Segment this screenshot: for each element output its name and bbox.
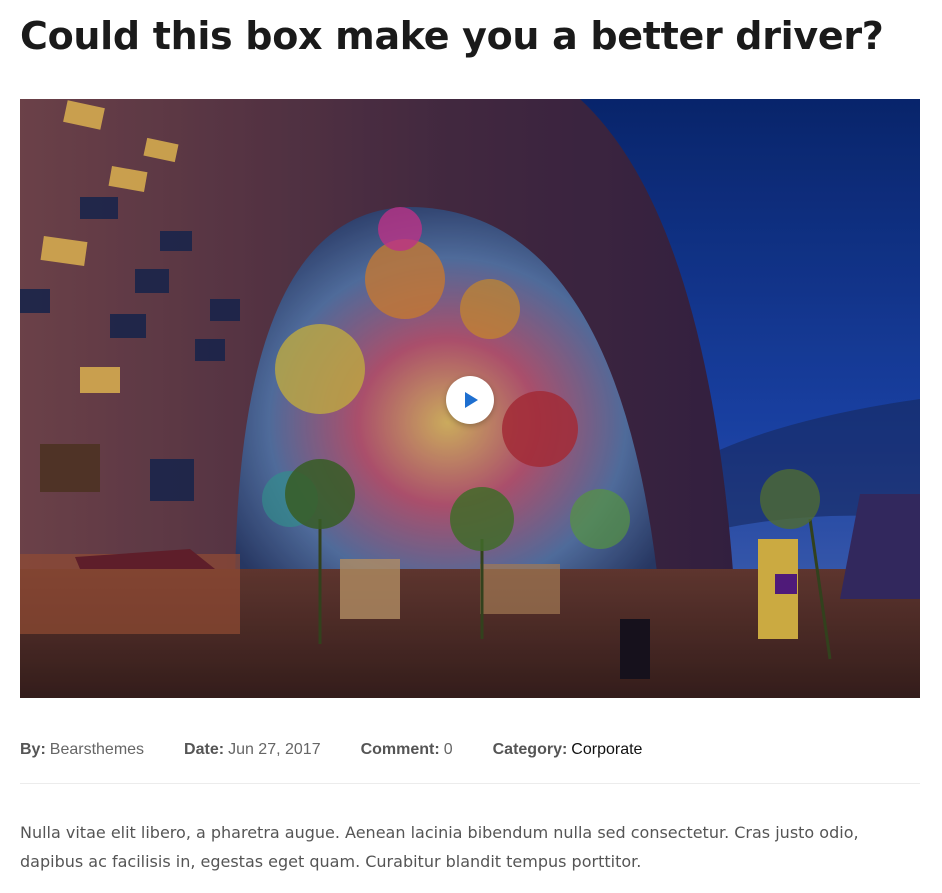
meta-category-label: Category: — [492, 741, 568, 758]
meta-comment-count: 0 — [443, 741, 453, 758]
post-meta: By: Bearsthemes Date: Jun 27, 2017 Comment… — [20, 737, 682, 763]
blog-post: Could this box make you a better driver? — [0, 0, 942, 893]
category-link[interactable]: Corporate — [571, 741, 642, 758]
meta-comments: Comment: 0 — [361, 741, 453, 759]
meta-date: Date: Jun 27, 2017 — [184, 741, 321, 759]
post-video-thumbnail[interactable] — [20, 99, 920, 698]
meta-author-label: By: — [20, 741, 46, 758]
meta-date-value: Jun 27, 2017 — [228, 741, 321, 758]
play-icon — [465, 392, 478, 408]
meta-comment-label: Comment: — [360, 741, 440, 758]
meta-author-value: Bearsthemes — [49, 741, 145, 758]
post-title[interactable]: Could this box make you a better driver? — [20, 10, 884, 62]
meta-author: By: Bearsthemes — [20, 741, 144, 759]
play-button[interactable] — [446, 376, 494, 424]
meta-category: Category: Corporate — [493, 741, 643, 759]
post-excerpt: Nulla vitae elit libero, a pharetra augu… — [20, 823, 859, 871]
meta-date-label: Date: — [184, 741, 225, 758]
meta-divider — [20, 783, 920, 784]
